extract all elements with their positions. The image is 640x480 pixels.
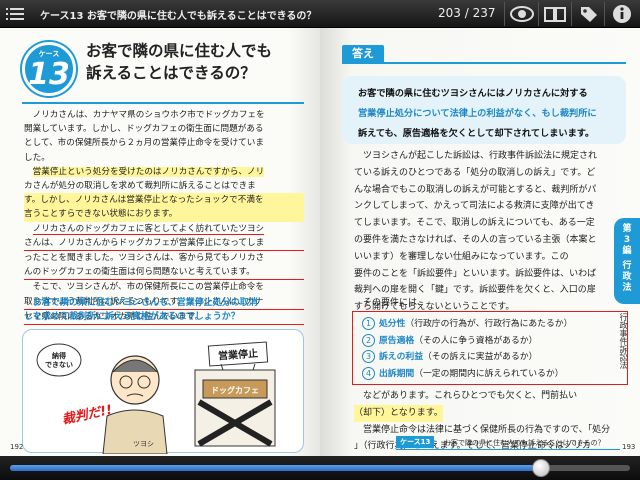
svg-text:できない: できない [45,360,73,369]
top-toolbar: ケース13 お客で隣の県に住む人でも訴えることはできるの？ 203 / 237 [0,0,640,28]
left-page[interactable]: ケース 13 お客で隣の県に住む人でも 訴えることはできるの？ ノリカさんは、カ… [0,28,320,456]
story-paragraph: ノリカさんは、カナヤマ県のショウホク市でドッグカフェを 開業しています。しかし、… [24,108,304,326]
right-page[interactable]: 答え お客で隣の県に住むツヨシさんにはノリカさんに対する 営業停止処分について法… [320,28,640,456]
requirements-intro: その要件には、 [363,298,427,308]
bubble-text: 納得 [52,351,66,360]
bookmark-tag-icon[interactable] [574,2,602,26]
footer-title: お客で隣の県に住む人でも訴えることはできるの？ [444,439,605,447]
chapter-side-subtitle: 行政事件訴訟法 [619,313,628,369]
info-icon[interactable] [608,2,636,26]
answer-label: 答え [342,45,384,63]
page-number-left: 192 [10,443,24,451]
case-illustration: 納得 できない 裁判だ!! ドッグカフェ 営業停止 [36,341,276,455]
requirements-list: 1 処分性（行政庁の行為が、行政行為にあたるか） 2 原告適格（その人に争う資格があ… [362,316,572,382]
character-name-label: ツヨシ [133,440,154,448]
case-title: お客で隣の県に住む人でも 訴えることはできるの？ [86,42,273,82]
book-chapter-title: ケース13 お客で隣の県に住む人でも訴えることはできるの？ [40,11,317,22]
page-footer: ケース13 お客で隣の県に住む人でも訴えることはできるの？ [396,436,620,450]
svg-text:ドッグカフェ: ドッグカフェ [211,385,259,395]
requirement-item: 3 訴えの利益（その訴えに実益があるか） [362,349,572,366]
chapter-side-tab[interactable]: 第 3 編 行 政 法 [614,218,640,304]
page-scrubber-thumb[interactable] [532,459,551,477]
case-number-badge: ケース 13 [22,42,76,96]
footer-case-label: ケース13 [396,436,435,448]
requirement-item: 4 出訴期間（一定の期間内に訴えられているか） [362,366,572,383]
explanation-text: ツヨシさんが起こした訴訟は、行政事件訴訟法に規定され ている訴えのひとつである「… [354,151,598,313]
page-indicator: 203 / 237 [438,6,496,20]
requirement-item: 2 原告適格（その人に争う資格があるか） [362,333,572,350]
answer-header: 答え [342,42,626,64]
page-scrubber-progress [10,465,542,471]
page-scrubber-bar [0,456,640,480]
requirement-item: 1 処分性（行政庁の行為が、行政行為にあたるか） [362,316,572,333]
illustration-frame: 納得 できない 裁判だ!! ドッグカフェ 営業停止 [22,329,304,455]
view-mode-eye-icon[interactable] [508,2,536,26]
library-book-icon[interactable] [541,2,569,26]
table-of-contents-icon[interactable] [6,5,28,23]
answer-text: お客で隣の県に住むツヨシさんにはノリカさんに対する 営業停止処分について法律上の… [358,88,597,139]
case-question-summary: お客で隣の県に住むツヨシさんも、営業停止処分の取消 しを求めて裁判所に訴える資格… [24,298,258,322]
page-number-right: 193 [622,443,636,451]
